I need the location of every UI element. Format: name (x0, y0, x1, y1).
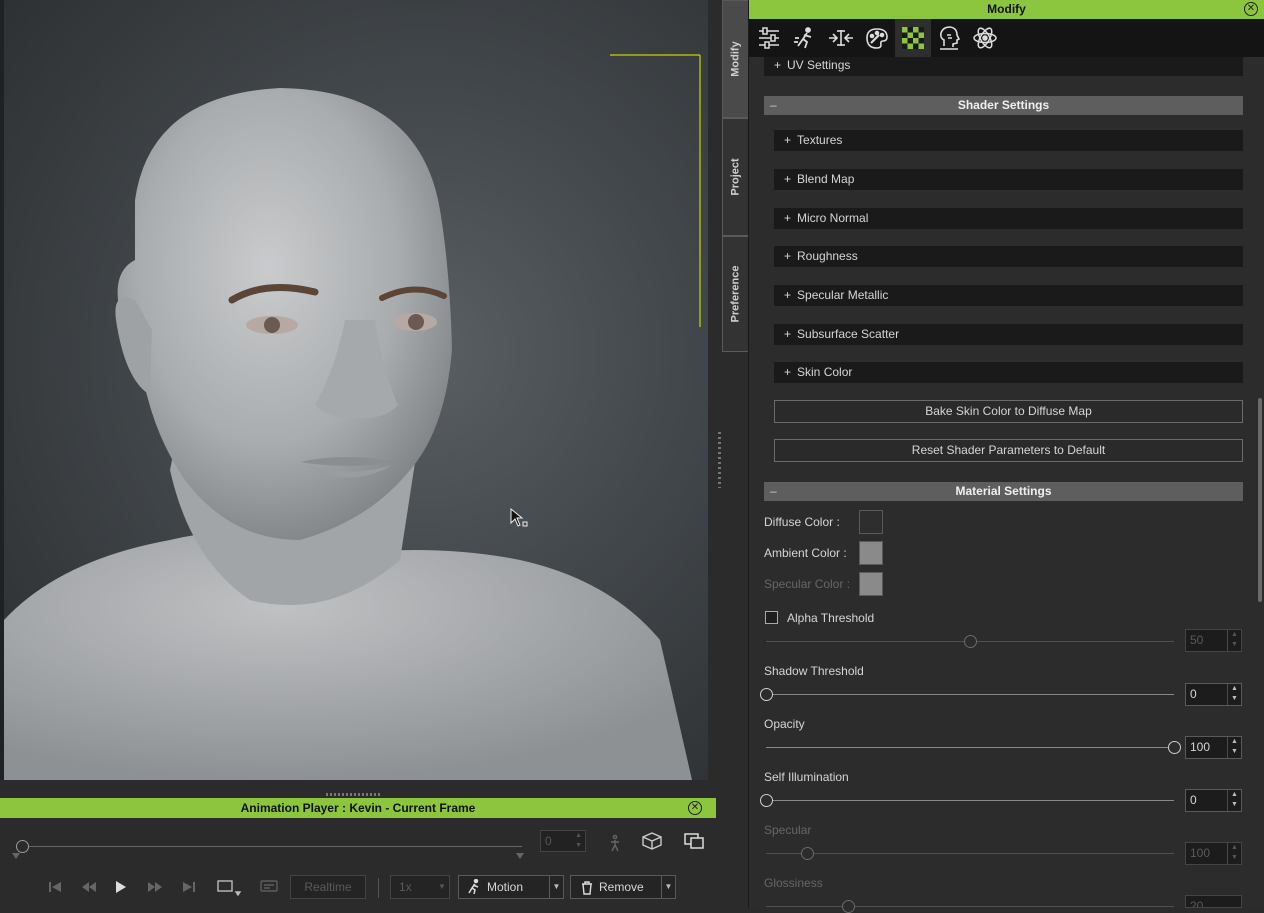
timeline-scrubber[interactable] (16, 840, 29, 853)
walking-figure-icon (606, 832, 624, 854)
shadow-threshold-input[interactable]: 0 ▲ ▼ (1185, 683, 1242, 706)
3d-viewport[interactable] (0, 0, 708, 780)
shadow-threshold-slider[interactable] (760, 688, 773, 701)
remove-menu-button[interactable]: Remove ▼ (570, 875, 676, 899)
specular-input: 100 ▲ ▼ (1185, 842, 1242, 865)
self-illumination-track (766, 800, 1174, 801)
physics-atom-icon[interactable] (967, 19, 1003, 57)
material-checker-icon[interactable] (895, 19, 931, 57)
player-title-bar: Animation Player : Kevin - Current Frame… (0, 798, 716, 818)
specular-color-swatch (859, 572, 883, 596)
motion-pose-icon[interactable] (787, 19, 823, 57)
skip-end-icon[interactable] (180, 876, 198, 898)
character-head-render (4, 54, 701, 780)
alpha-threshold-slider (964, 635, 977, 648)
self-illumination-slider[interactable] (760, 794, 773, 807)
shader-settings-header[interactable]: – Shader Settings (764, 96, 1243, 115)
shadow-threshold-track (766, 694, 1174, 695)
shader-item-skin-color[interactable]: + Skin Color (774, 362, 1243, 383)
shader-item-roughness[interactable]: + Roughness (774, 246, 1243, 267)
glossiness-slider (841, 900, 855, 913)
glossiness-track (766, 906, 1174, 907)
morph-icon[interactable] (823, 19, 859, 57)
glossiness-label: Glossiness (764, 876, 823, 890)
specular-color-label: Specular Color : (764, 577, 851, 591)
opacity-track (766, 747, 1174, 748)
opacity-slider[interactable] (1168, 741, 1181, 754)
specular-label: Specular (764, 823, 812, 837)
loop-mode-icon[interactable] (214, 876, 244, 898)
box-cube-icon[interactable] (640, 830, 664, 852)
specular-slider (800, 847, 814, 860)
glossiness-input: 20 (1185, 895, 1242, 908)
alpha-threshold-checkbox[interactable] (765, 611, 778, 624)
modify-scroll-area[interactable]: + UV Settings – Shader Settings + Textures … (749, 57, 1257, 913)
player-title: Animation Player : Kevin - Current Frame (240, 801, 476, 815)
animation-player: Animation Player : Kevin - Current Frame… (0, 798, 716, 908)
range-start-marker-icon[interactable] (12, 853, 20, 859)
tab-project[interactable]: Project (722, 118, 748, 236)
player-resize-grip[interactable] (326, 793, 382, 796)
shader-item-blend-map[interactable]: + Blend Map (774, 169, 1243, 190)
appearance-icon[interactable] (859, 19, 895, 57)
modify-panel: Modify ✕ + UV Settings – Shader Settings… (748, 0, 1264, 913)
alpha-threshold-label: Alpha Threshold (787, 611, 875, 625)
side-tab-bar: Modify Project Preference (722, 0, 748, 908)
self-illumination-label: Self Illumination (764, 770, 849, 784)
window-layout-icon[interactable] (682, 830, 706, 852)
reset-shader-button[interactable]: Reset Shader Parameters to Default (774, 439, 1243, 462)
opacity-input[interactable]: 100 ▲ ▼ (1185, 736, 1242, 759)
shader-item-specular-metallic[interactable]: + Specular Metallic (774, 285, 1243, 306)
tab-preference[interactable]: Preference (722, 236, 748, 352)
modify-toolbar (749, 19, 1264, 57)
head-icon[interactable] (931, 19, 967, 57)
close-icon[interactable]: ✕ (688, 801, 702, 815)
diffuse-color-label: Diffuse Color : (764, 515, 840, 529)
bake-skin-color-button[interactable]: Bake Skin Color to Diffuse Map (774, 400, 1243, 423)
motion-figure-icon (467, 878, 481, 902)
panel-title-bar: Modify ✕ (749, 0, 1264, 19)
shader-item-textures[interactable]: + Textures (774, 130, 1243, 151)
ambient-color-swatch[interactable] (859, 541, 883, 565)
shadow-threshold-label: Shadow Threshold (764, 664, 864, 678)
opacity-label: Opacity (764, 717, 805, 731)
skip-start-icon[interactable] (46, 876, 64, 898)
previous-frame-icon[interactable] (80, 876, 98, 898)
shader-item-micro-normal[interactable]: + Micro Normal (774, 208, 1243, 229)
material-settings-header[interactable]: – Material Settings (764, 482, 1243, 501)
self-illumination-input[interactable]: 0 ▲ ▼ (1185, 789, 1242, 812)
close-icon[interactable]: ✕ (1244, 2, 1258, 16)
panel-title: Modify (987, 2, 1026, 16)
sliders-icon[interactable] (751, 19, 787, 57)
next-frame-icon[interactable] (146, 876, 164, 898)
subtitle-icon (258, 876, 280, 898)
shader-item-subsurface-scatter[interactable]: + Subsurface Scatter (774, 324, 1243, 345)
uv-settings-row[interactable]: + UV Settings (764, 57, 1243, 76)
trash-icon (581, 880, 593, 902)
playback-speed-select: 1x ▼ (390, 875, 450, 899)
play-icon[interactable] (112, 876, 130, 898)
panel-resize-handle[interactable] (718, 432, 721, 488)
timeline-track[interactable] (22, 846, 522, 847)
panel-scrollbar[interactable] (1258, 398, 1262, 602)
toolbar-divider (378, 878, 379, 898)
ambient-color-label: Ambient Color : (764, 546, 847, 560)
realtime-button: Realtime (290, 875, 366, 899)
diffuse-color-swatch[interactable] (859, 510, 883, 534)
tab-modify[interactable]: Modify (722, 0, 748, 118)
range-end-marker-icon[interactable] (516, 853, 524, 859)
motion-menu-button[interactable]: Motion ▼ (458, 875, 564, 899)
current-frame-input: 0 ▲ ▼ (540, 830, 586, 852)
specular-track (766, 853, 1174, 854)
alpha-threshold-input: 50 ▲ ▼ (1185, 629, 1242, 652)
